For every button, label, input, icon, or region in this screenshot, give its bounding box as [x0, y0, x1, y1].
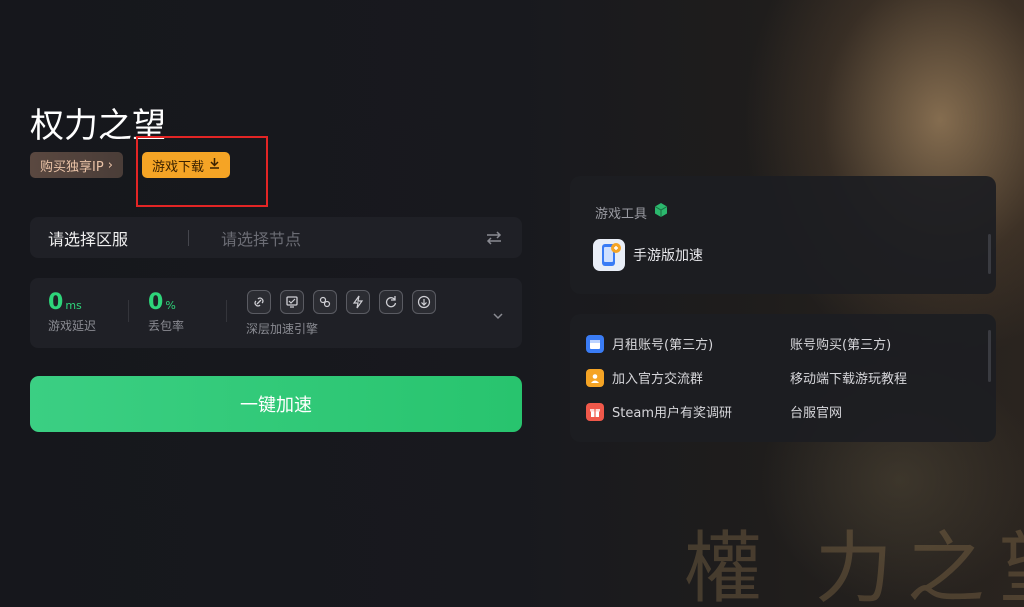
annotation-highlight-box — [136, 136, 268, 207]
latency-label: 游戏延迟 — [48, 319, 97, 333]
server-node-selector: 请选择区服 请选择节点 — [30, 217, 522, 258]
buy-exclusive-ip-button[interactable]: 购买独享IP › — [30, 152, 123, 178]
scrollbar[interactable] — [988, 234, 991, 274]
lightning-icon[interactable] — [346, 290, 370, 314]
links-panel: 月租账号(第三方) 账号购买(第三方) 加入官方交流群 移动端下载游玩教程 St… — [570, 314, 996, 442]
stats-panel: 0 ms 游戏延迟 0% 丢包率 深层加速引擎 — [30, 278, 522, 348]
game-tools-title: 游戏工具 — [595, 202, 669, 222]
scrollbar[interactable] — [988, 330, 991, 382]
download-circle-icon[interactable] — [412, 290, 436, 314]
chevron-right-icon: › — [107, 157, 113, 173]
mobile-accelerate-item[interactable]: 手游版加速 — [593, 239, 703, 271]
latency-unit: ms — [65, 299, 82, 312]
game-logo-watermark: 權 力之望 — [684, 524, 1024, 607]
mobile-tutorial-link[interactable]: 移动端下载游玩教程 — [790, 368, 907, 387]
tw-official-site-label: 台服官网 — [790, 406, 843, 421]
chevron-down-icon[interactable] — [492, 305, 504, 324]
steam-survey-link[interactable]: Steam用户有奖调研 — [586, 402, 732, 421]
network-icon[interactable] — [313, 290, 337, 314]
link-icon[interactable] — [247, 290, 271, 314]
monthly-rent-account-label: 月租账号(第三方) — [612, 338, 714, 353]
account-purchase-link[interactable]: 账号购买(第三方) — [790, 334, 891, 353]
calendar-icon — [586, 334, 604, 353]
join-official-group-link[interactable]: 加入官方交流群 — [586, 368, 703, 387]
screen-icon[interactable] — [280, 290, 304, 314]
mobile-accelerate-label: 手游版加速 — [633, 248, 703, 264]
refresh-icon[interactable] — [379, 290, 403, 314]
cube-icon — [653, 202, 669, 222]
monthly-rent-account-link[interactable]: 月租账号(第三方) — [586, 334, 713, 353]
packet-loss-value: 0 — [148, 290, 164, 315]
divider — [128, 300, 129, 322]
region-select[interactable]: 请选择区服 — [30, 226, 188, 250]
packet-loss-label: 丢包率 — [148, 319, 185, 333]
packet-loss-unit: % — [165, 299, 176, 312]
join-official-group-label: 加入官方交流群 — [612, 372, 704, 387]
game-tools-label: 游戏工具 — [595, 206, 648, 222]
mobile-tutorial-label: 移动端下载游玩教程 — [790, 372, 908, 387]
latency-value: 0 — [48, 290, 64, 315]
swap-icon[interactable] — [484, 228, 504, 248]
group-icon — [586, 368, 604, 387]
mobile-phone-icon — [593, 239, 625, 271]
account-purchase-label: 账号购买(第三方) — [790, 338, 892, 353]
engine-label: 深层加速引擎 — [246, 322, 319, 336]
packet-loss-stat: 0% 丢包率 — [148, 290, 184, 334]
gift-icon — [586, 402, 604, 421]
one-click-accelerate-button[interactable]: 一键加速 — [30, 376, 522, 432]
latency-stat: 0 ms 游戏延迟 — [48, 290, 96, 334]
steam-survey-label: Steam用户有奖调研 — [612, 406, 732, 421]
node-select[interactable]: 请选择节点 — [189, 226, 484, 250]
game-tools-panel: 游戏工具 手游版加速 — [570, 176, 996, 294]
divider — [226, 300, 227, 322]
tw-official-site-link[interactable]: 台服官网 — [790, 402, 842, 421]
engine-icons — [247, 290, 436, 314]
buy-exclusive-ip-label: 购买独享IP — [40, 159, 104, 175]
